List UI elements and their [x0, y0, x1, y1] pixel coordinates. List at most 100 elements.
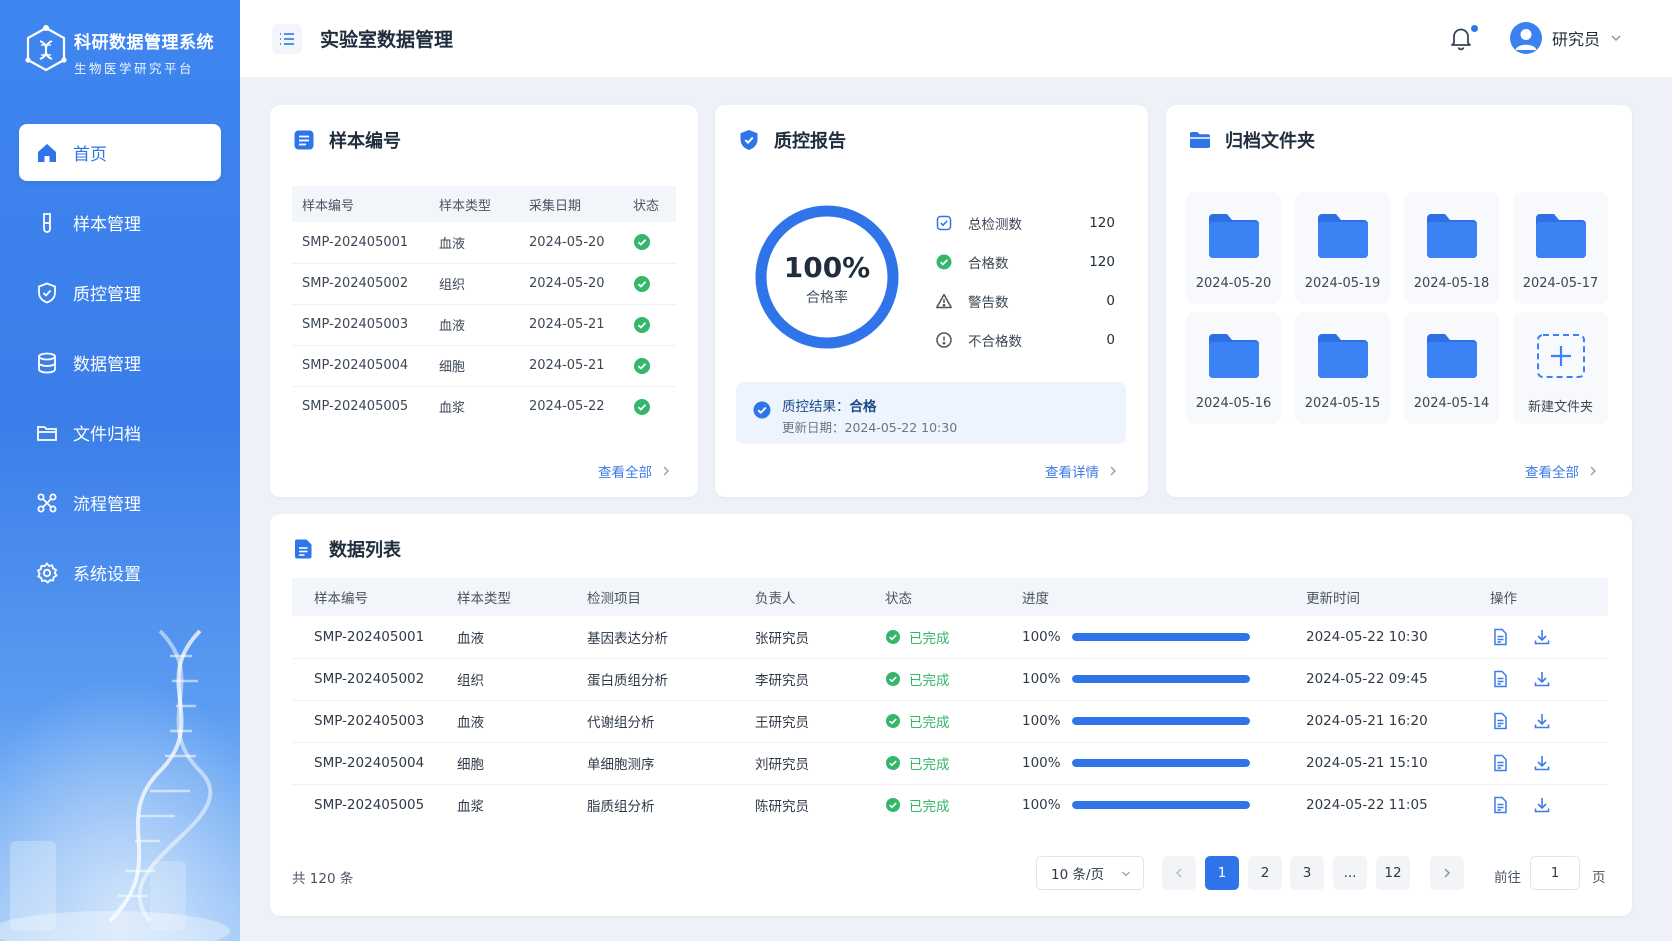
qc-result-text: 质控结果：合格	[782, 395, 877, 415]
user-icon	[1515, 29, 1537, 50]
sample-type: 血浆	[457, 799, 484, 816]
column-header: 负责人	[755, 578, 885, 616]
archive-folder[interactable]: 2024-05-16	[1186, 312, 1281, 424]
sidebar-item-settings[interactable]: 系统设置	[19, 544, 221, 601]
table-row[interactable]: SMP-202405003 血液 代谢组分析 王研究员 已完成 100% 2024-05-2…	[292, 700, 1608, 743]
view-document-icon[interactable]	[1490, 711, 1510, 731]
archive-folder[interactable]: 2024-05-14	[1404, 312, 1499, 424]
archive-folder[interactable]: 2024-05-19	[1295, 192, 1390, 304]
table-row[interactable]: SMP-202405002 组织 蛋白质组分析 李研究员 已完成 100% 2024-05-…	[292, 658, 1608, 701]
actions-cell	[1490, 742, 1608, 785]
download-icon[interactable]	[1532, 711, 1552, 731]
status-cell: 已完成	[885, 700, 1022, 743]
archive-folder[interactable]: 2024-05-20	[1186, 192, 1281, 304]
sample-type: 细胞	[457, 742, 587, 785]
folder-label: 2024-05-18	[1413, 276, 1490, 291]
actions-cell	[1490, 658, 1608, 701]
download-icon[interactable]	[1532, 627, 1552, 647]
page-size-select[interactable]: 10 条/页	[1036, 856, 1144, 890]
prev-page-button[interactable]	[1162, 856, 1196, 890]
archive-folder[interactable]: 2024-05-18	[1404, 192, 1499, 304]
view-document-icon[interactable]	[1490, 627, 1510, 647]
new-folder-button[interactable]: 新建文件夹	[1513, 312, 1608, 424]
table-row[interactable]: SMP-202405001 血液 基因表达分析 张研究员 已完成 100% 2024-05-…	[292, 616, 1608, 659]
archive-folder[interactable]: 2024-05-15	[1295, 312, 1390, 424]
progress-bar	[1072, 632, 1250, 641]
folder-icon	[1317, 214, 1368, 258]
goto-page-input[interactable]	[1530, 856, 1580, 890]
sample-id: SMP-202405004	[292, 742, 457, 785]
download-icon[interactable]	[1532, 795, 1552, 815]
sidebar-item-label: 样本管理	[73, 215, 141, 235]
progress-fill	[1072, 717, 1250, 725]
page-button[interactable]: 1	[1205, 856, 1239, 890]
table-row[interactable]: SMP-202405003 血液 2024-05-21	[292, 304, 676, 346]
collection-date: 2024-05-22	[529, 399, 605, 415]
next-page-button[interactable]	[1430, 856, 1464, 890]
page-button[interactable]: 3	[1290, 856, 1324, 890]
status-cell: 已完成	[885, 616, 1022, 659]
page-button[interactable]: 2	[1248, 856, 1282, 890]
sample-id: SMP-202405003	[292, 304, 429, 346]
sidebar-item-archive[interactable]: 文件归档	[19, 404, 221, 461]
error-circle-icon	[936, 331, 952, 348]
sidebar-item-samples[interactable]: 样本管理	[19, 194, 221, 251]
table-row[interactable]: SMP-202405005 血浆 脂质组分析 陈研究员 已完成 100% 2024-05-2…	[292, 784, 1608, 826]
qc-stat-failed: 不合格数 0	[935, 320, 1115, 359]
test-item: 代谢组分析	[587, 700, 755, 743]
sidebar-item-home[interactable]: 首页	[19, 124, 221, 181]
download-icon[interactable]	[1532, 753, 1552, 773]
table-row[interactable]: SMP-202405004 细胞 单细胞测序 刘研究员 已完成 100% 2024-05-2…	[292, 742, 1608, 785]
sidebar-item-qc[interactable]: 质控管理	[19, 264, 221, 321]
avatar	[1510, 22, 1542, 54]
column-header: 样本编号	[292, 186, 429, 222]
check-circle-icon	[886, 714, 900, 728]
page-size-value: 10 条/页	[1051, 867, 1105, 883]
table-row[interactable]: SMP-202405004 细胞 2024-05-21	[292, 345, 676, 387]
progress-fill	[1072, 759, 1250, 767]
progress-value: 100%	[1022, 755, 1061, 771]
table-row[interactable]: SMP-202405002 组织 2024-05-20	[292, 263, 676, 305]
warning-icon	[936, 293, 952, 308]
folder-label: 2024-05-19	[1304, 276, 1381, 291]
page-ellipsis[interactable]: ...	[1333, 856, 1367, 890]
view-document-icon[interactable]	[1490, 669, 1510, 689]
logo-icon	[25, 25, 67, 72]
progress-fill	[1072, 632, 1250, 641]
archive-folder[interactable]: 2024-05-17	[1513, 192, 1608, 304]
status-badge: 已完成	[885, 627, 1022, 647]
list-doc-icon	[294, 130, 314, 150]
qc-stats: 总检测数 120 合格数 120 警告数 0 不合格数 0	[935, 203, 1115, 359]
sample-id: SMP-202405004	[292, 345, 429, 387]
sample-type: 组织	[429, 263, 519, 305]
column-header: 样本类型	[429, 186, 519, 222]
sidebar-item-data[interactable]: 数据管理	[19, 334, 221, 391]
check-circle-icon	[886, 756, 900, 770]
sidebar-item-workflow[interactable]: 流程管理	[19, 474, 221, 531]
sidebar-item-label: 系统设置	[73, 565, 141, 585]
menu-toggle-button[interactable]	[272, 24, 302, 54]
page-button[interactable]: 12	[1376, 856, 1410, 890]
view-details-link[interactable]: 查看详情	[1045, 461, 1119, 481]
sample-id: SMP-202405005	[314, 797, 425, 814]
total-count: 共 120 条	[292, 871, 354, 887]
view-all-folders-link[interactable]: 查看全部	[1525, 461, 1599, 481]
table-row[interactable]: SMP-202405001 血液 2024-05-20	[292, 222, 676, 264]
view-all-samples-link[interactable]: 查看全部	[598, 461, 672, 481]
test-tube-icon	[43, 212, 51, 233]
chevron-right-icon	[1110, 466, 1117, 476]
sidebar-item-label: 文件归档	[73, 425, 141, 445]
test-item: 蛋白质组分析	[587, 658, 755, 701]
user-menu[interactable]: 研究员	[1510, 22, 1622, 54]
check-circle-icon	[634, 316, 650, 333]
sample-type: 组织	[457, 658, 587, 701]
folder-icon	[1426, 334, 1477, 378]
view-document-icon[interactable]	[1490, 795, 1510, 815]
check-circle-icon	[634, 275, 650, 292]
stat-value: 0	[1106, 331, 1115, 348]
progress-fill	[1072, 675, 1250, 683]
view-document-icon[interactable]	[1490, 753, 1510, 773]
download-icon[interactable]	[1532, 669, 1552, 689]
table-row[interactable]: SMP-202405005 血浆 2024-05-22	[292, 386, 676, 427]
owner: 王研究员	[755, 700, 885, 743]
